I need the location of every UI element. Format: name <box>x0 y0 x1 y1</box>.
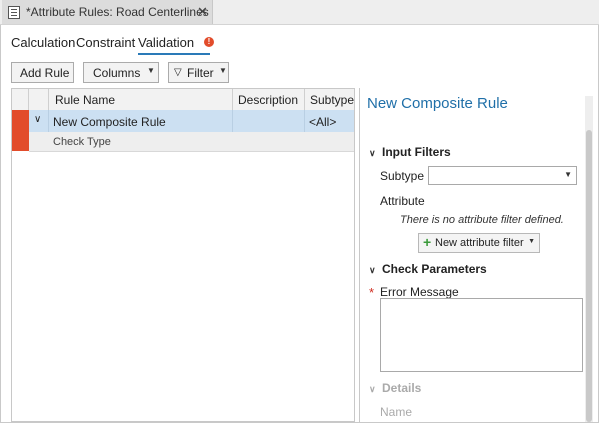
chevron-down-icon: ∨ <box>369 265 376 275</box>
cell-rule-name[interactable]: New Composite Rule <box>49 110 233 132</box>
column-header-subtype[interactable]: Subtype <box>305 89 354 110</box>
table-row[interactable]: ∨ New Composite Rule <All> <box>12 110 354 133</box>
add-rule-button[interactable]: Add Rule <box>11 62 74 83</box>
cell-description[interactable] <box>233 110 305 132</box>
error-message-field[interactable] <box>380 298 583 372</box>
tab-constraint[interactable]: Constraint <box>76 35 135 50</box>
error-message-label: Error Message <box>380 285 459 299</box>
tab-calculation[interactable]: Calculation <box>11 35 75 50</box>
expand-toggle[interactable]: ∨ <box>29 110 49 132</box>
subtype-select[interactable]: ▼ <box>428 166 577 185</box>
error-status-bar <box>12 110 29 151</box>
columns-dropdown[interactable]: Columns ▼ <box>83 62 159 83</box>
filter-icon: ▽ <box>174 67 182 78</box>
column-header-description[interactable]: Description <box>233 89 305 110</box>
name-label: Name <box>380 405 413 419</box>
attribute-label: Attribute <box>380 194 425 208</box>
error-badge-icon: ! <box>204 37 214 47</box>
section-details[interactable]: ∨ Details <box>369 381 421 395</box>
no-attribute-filter-note: There is no attribute filter defined. <box>400 214 564 226</box>
document-tab-bar: *Attribute Rules: Road Centerlines ✕ <box>0 0 599 25</box>
detail-row: Check Type <box>29 132 354 152</box>
check-type-label: Check Type <box>53 136 111 148</box>
filter-label: Filter <box>187 66 214 80</box>
chevron-down-icon: ▼ <box>147 66 155 75</box>
document-tab[interactable]: *Attribute Rules: Road Centerlines ✕ <box>2 0 213 24</box>
active-tab-indicator <box>138 53 210 55</box>
columns-label: Columns <box>93 66 141 80</box>
close-tab-icon[interactable]: ✕ <box>197 4 208 20</box>
panel-scrollbar[interactable] <box>585 96 593 422</box>
add-rule-label: Add Rule <box>20 66 70 80</box>
panel-title: New Composite Rule <box>367 95 508 112</box>
plus-icon: + <box>423 234 432 250</box>
chevron-down-icon: ▼ <box>528 238 535 245</box>
filter-dropdown[interactable]: ▽ Filter ▼ <box>168 62 229 83</box>
rules-grid: Rule Name Description Subtype ∨ New Comp… <box>11 88 355 422</box>
scrollbar-thumb[interactable] <box>586 130 592 422</box>
required-marker: * <box>369 285 375 300</box>
chevron-down-icon: ∨ <box>369 384 376 394</box>
grid-header: Rule Name Description Subtype <box>12 89 354 111</box>
chevron-down-icon: ∨ <box>34 114 42 125</box>
grid-header-status <box>12 89 29 110</box>
section-check-parameters[interactable]: ∨ Check Parameters <box>369 262 487 276</box>
column-header-rule-name[interactable]: Rule Name <box>49 89 233 110</box>
new-attribute-filter-button[interactable]: + New attribute filter ▼ <box>418 233 540 253</box>
chevron-down-icon: ∨ <box>369 148 376 158</box>
chevron-down-icon: ▼ <box>219 66 227 75</box>
chevron-down-icon: ▼ <box>564 170 572 179</box>
document-tab-title: *Attribute Rules: Road Centerlines <box>26 5 209 19</box>
tab-validation[interactable]: Validation <box>138 35 194 50</box>
rule-details-panel: New Composite Rule ∨ Input Filters Subtyp… <box>359 88 598 422</box>
section-input-filters[interactable]: ∨ Input Filters <box>369 145 451 159</box>
grid-header-expand <box>29 89 49 110</box>
attribute-rules-icon <box>8 6 20 19</box>
subtype-label: Subtype <box>380 169 425 183</box>
cell-subtype[interactable]: <All> <box>305 110 354 132</box>
